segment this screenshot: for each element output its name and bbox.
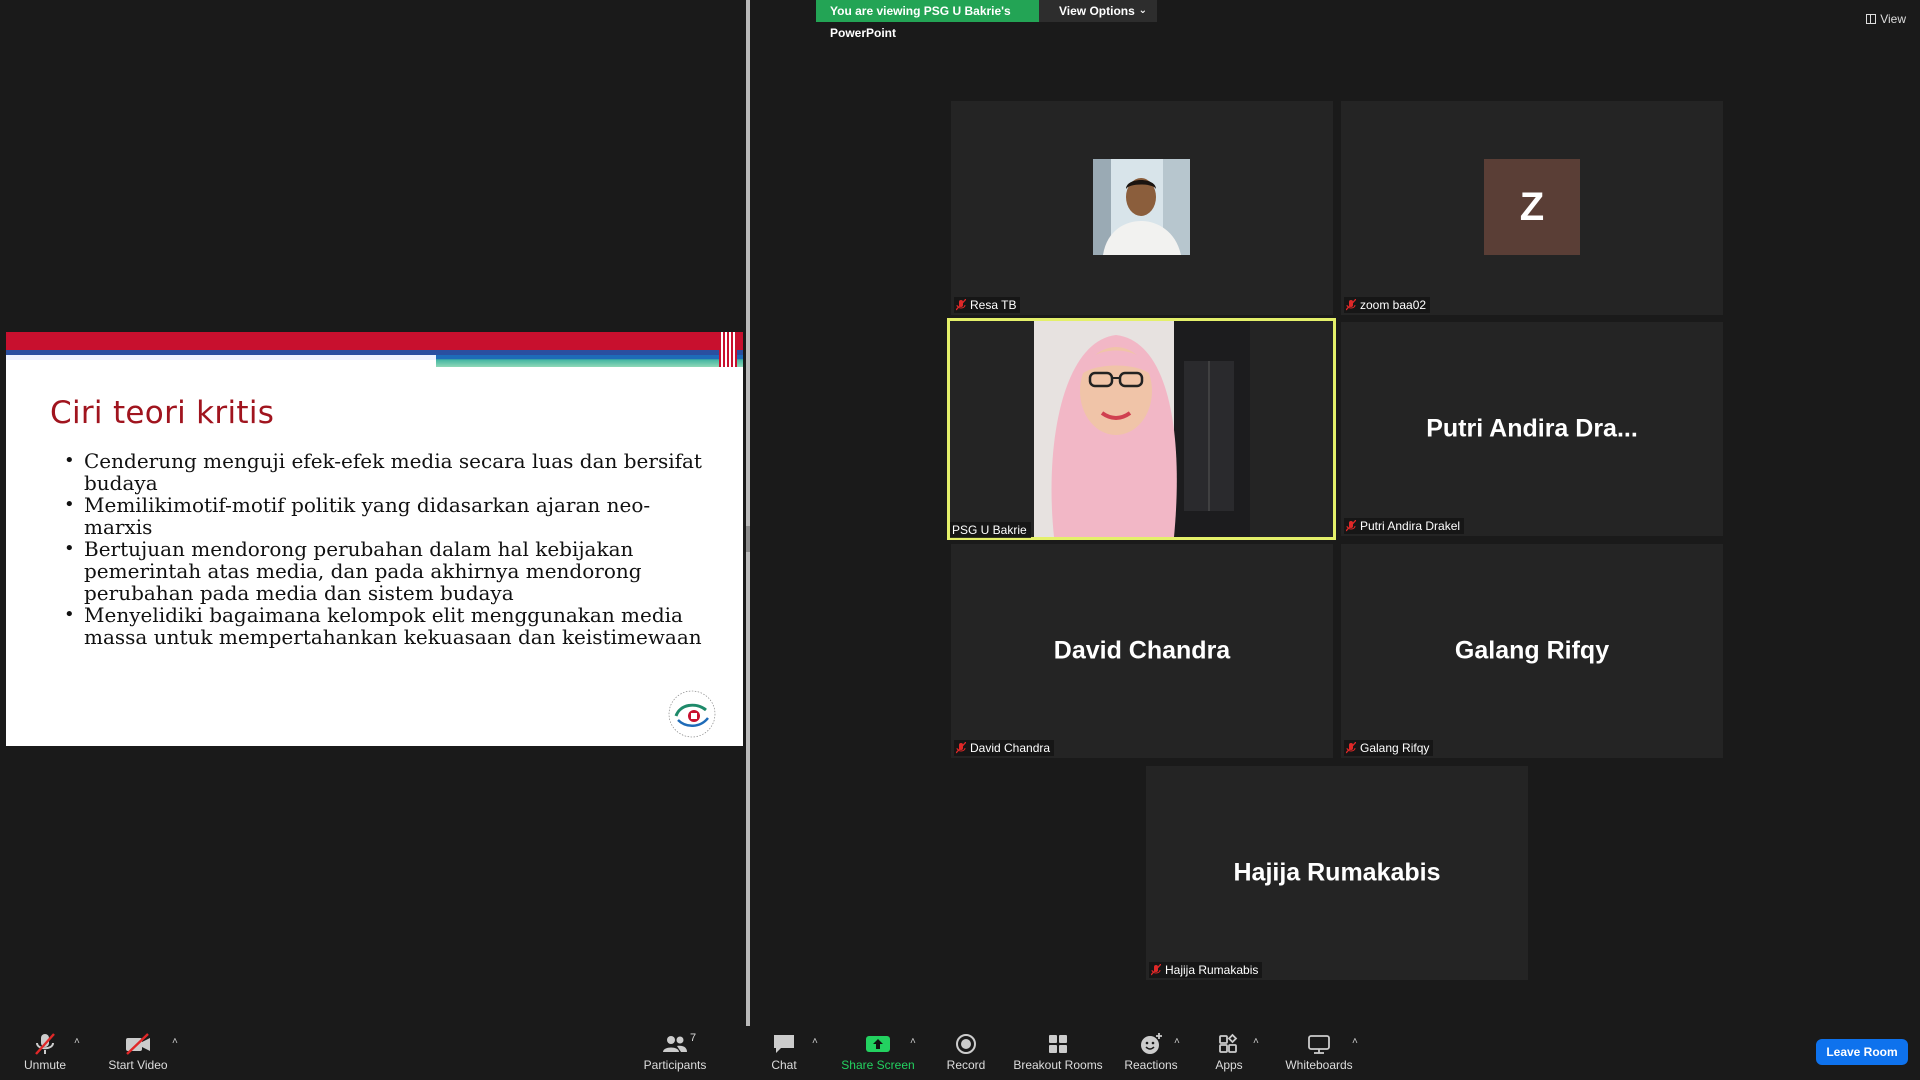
participant-name-tag: Hajija Rumakabis [1149,962,1263,978]
view-options-dropdown[interactable]: View Options ⌄ [1039,0,1157,22]
split-view-divider[interactable] [746,0,750,1026]
muted-mic-icon [1346,742,1356,754]
share-banner: You are viewing PSG U Bakrie's PowerPoin… [816,0,1157,40]
participant-name-tag: PSG U Bakrie [950,522,1031,538]
participant-name-tag: David Chandra [954,740,1055,756]
reactions-icon [1141,1033,1162,1054]
unmute-label: Unmute [23,1058,67,1072]
share-screen-label: Share Screen [841,1058,915,1072]
slide-bullet: Bertujuan mendorong perubahan dalam hal … [58,538,708,604]
apps-button[interactable]: Apps [1206,1032,1252,1080]
breakout-rooms-button[interactable]: Breakout Rooms [1012,1032,1104,1080]
audio-options-caret-icon[interactable]: ˄ [74,1036,80,1047]
participant-name-tag: zoom baa02 [1344,297,1431,313]
whiteboards-options-caret-icon[interactable]: ˄ [1352,1036,1358,1047]
breakout-rooms-label: Breakout Rooms [1013,1058,1103,1072]
muted-mic-icon [1346,299,1356,311]
participants-button[interactable]: 7 Participants [640,1032,710,1080]
participant-name: PSG U Bakrie [952,523,1027,537]
leave-room-button[interactable]: Leave Room [1816,1039,1908,1065]
reactions-button[interactable]: Reactions [1124,1032,1178,1080]
profile-photo [1093,159,1190,255]
video-options-caret-icon[interactable]: ˄ [172,1036,178,1047]
layout-grid-icon [1866,14,1877,24]
participants-count: 7 [690,1032,697,1044]
powerpoint-slide: Ciri teori kritis Cenderung menguji efek… [6,332,743,746]
participant-video [1034,321,1250,537]
share-options-caret-icon[interactable]: ˄ [910,1036,916,1047]
shared-screen-area: Ciri teori kritis Cenderung menguji efek… [0,0,746,1026]
participant-name-tag: Galang Rifqy [1344,740,1434,756]
whiteboards-label: Whiteboards [1285,1058,1353,1072]
start-video-label: Start Video [108,1058,168,1072]
slide-header-red-bar [6,332,743,350]
participant-name-tag: Putri Andira Drakel [1344,518,1465,534]
slide-header-teal-bar [436,355,743,367]
participant-name-tag: Resa TB [954,297,1021,313]
participant-name: Resa TB [970,298,1017,312]
slide-title: Ciri teori kritis [50,395,275,431]
meeting-toolbar: Unmute ˄ Start Video ˄ 7 Participants Ch… [0,1026,1920,1080]
slide-bullet-list: Cenderung menguji efek-efek media secara… [58,450,708,648]
record-icon [956,1034,976,1054]
participants-icon [663,1036,687,1052]
university-logo [668,690,716,738]
share-screen-icon [866,1036,890,1052]
chat-options-caret-icon[interactable]: ˄ [812,1036,818,1047]
record-button[interactable]: Record [940,1032,992,1080]
muted-mic-icon [1151,964,1161,976]
chat-label: Chat [771,1058,797,1072]
whiteboards-button[interactable]: Whiteboards [1280,1032,1358,1080]
participant-name: Hajija Rumakabis [1165,963,1259,977]
participant-tile-galang-rifqy[interactable]: Galang Rifqy Galang Rifqy [1341,544,1723,758]
reactions-label: Reactions [1124,1058,1178,1072]
slide-bullet: Menyelidiki bagaimana kelompok elit meng… [58,604,708,648]
start-video-button[interactable]: Start Video [104,1032,172,1080]
chat-icon [774,1035,794,1053]
participant-tile-putri-andira-drakel[interactable]: Putri Andira Dra... Putri Andira Drakel [1341,322,1723,536]
unmute-button[interactable]: Unmute [18,1032,72,1080]
view-layout-button[interactable]: View [1866,12,1906,26]
participant-display-name: Putri Andira Dra... [1426,414,1638,443]
slide-bullet: Memilikimotif-motif politik yang didasar… [58,494,708,538]
participant-name: Galang Rifqy [1360,741,1430,755]
apps-icon [1219,1033,1238,1053]
breakout-rooms-icon [1049,1035,1067,1053]
view-layout-label: View [1880,12,1906,26]
slide-header-stripes [719,332,737,367]
viewing-share-label: You are viewing PSG U Bakrie's PowerPoin… [816,0,1039,40]
reactions-options-caret-icon[interactable]: ˄ [1174,1036,1180,1047]
record-label: Record [946,1058,986,1072]
share-screen-button[interactable]: Share Screen [838,1032,918,1080]
participant-display-name: Galang Rifqy [1454,636,1610,665]
participants-label: Participants [643,1058,707,1072]
participant-tile-hajija-rumakabis[interactable]: Hajija Rumakabis Hajija Rumakabis [1146,766,1528,980]
whiteboard-icon [1308,1035,1330,1054]
apps-options-caret-icon[interactable]: ˄ [1253,1036,1259,1047]
slide-header-light-bar [6,355,436,360]
avatar-initial: Z [1484,159,1580,255]
split-view-grip-handle[interactable] [746,526,750,552]
muted-mic-icon [956,299,966,311]
participant-display-name: David Chandra [1053,636,1231,665]
participant-name: zoom baa02 [1360,298,1427,312]
participant-tile-david-chandra[interactable]: David Chandra David Chandra [951,544,1333,758]
slide-bullet: Cenderung menguji efek-efek media secara… [58,450,708,494]
participant-tile-psg-u-bakrie[interactable]: PSG U Bakrie [947,318,1336,540]
video-off-icon [126,1033,150,1055]
participant-tile-resa[interactable]: Resa TB [951,101,1333,315]
participant-display-name: Hajija Rumakabis [1233,858,1441,887]
apps-label: Apps [1215,1058,1243,1072]
participant-name: Putri Andira Drakel [1360,519,1461,533]
participant-name: David Chandra [970,741,1051,755]
muted-microphone-icon [35,1033,55,1055]
participant-tile-zoom-baa02[interactable]: Z zoom baa02 [1341,101,1723,315]
muted-mic-icon [1346,520,1356,532]
chat-button[interactable]: Chat [762,1032,806,1080]
view-options-label: View Options [1059,4,1135,18]
muted-mic-icon [956,742,966,754]
chevron-down-icon: ⌄ [1138,5,1147,16]
